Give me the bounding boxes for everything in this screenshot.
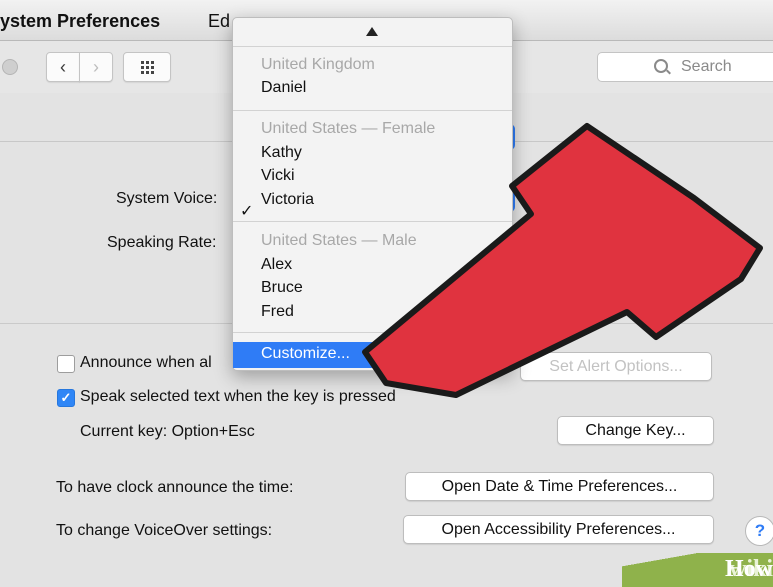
red-arrow-icon bbox=[362, 123, 763, 398]
system-preferences-window: ystem Preferences Ed ‹ › Search System V… bbox=[0, 0, 773, 587]
wikihow-watermark: wiki How bbox=[622, 553, 773, 587]
pointer-arrow-overlay bbox=[362, 123, 763, 398]
watermark-how: How bbox=[725, 556, 773, 582]
